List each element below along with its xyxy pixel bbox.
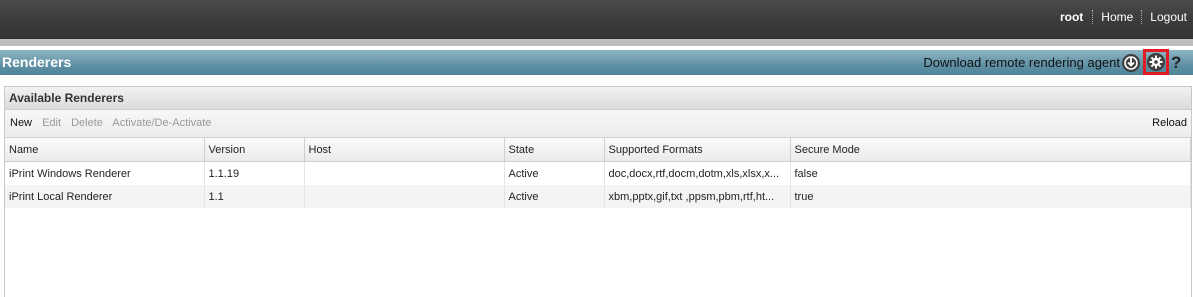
column-header-version[interactable]: Version	[204, 138, 305, 162]
header-actions: Download remote rendering agent ?	[923, 48, 1185, 75]
edit-button[interactable]: Edit	[42, 117, 61, 129]
renderers-table: Name Version Host State Supported Format…	[5, 138, 1191, 208]
column-header-host[interactable]: Host	[304, 138, 505, 162]
column-header-state[interactable]: State	[504, 138, 605, 162]
reload-button[interactable]: Reload	[1152, 110, 1187, 137]
logout-link[interactable]: Logout	[1142, 10, 1187, 24]
cell-formats: xbm,pptx,gif,txt ,ppsm,pbm,rtf,ht...	[604, 185, 791, 208]
home-link[interactable]: Home	[1093, 10, 1141, 24]
gear-icon	[1147, 52, 1165, 71]
settings-button[interactable]	[1143, 48, 1169, 75]
activate-deactivate-button[interactable]: Activate/De-Activate	[112, 117, 211, 129]
cell-state: Active	[504, 185, 605, 208]
download-agent-icon[interactable]	[1122, 53, 1140, 72]
new-button[interactable]: New	[10, 117, 32, 129]
cell-name: iPrint Windows Renderer	[5, 161, 205, 185]
available-renderers-panel: Available Renderers New Edit Delete Acti…	[4, 86, 1192, 297]
divider-strip	[0, 39, 1193, 46]
cell-version: 1.1.19	[204, 161, 305, 185]
cell-name: iPrint Local Renderer	[5, 185, 205, 208]
cell-state: Active	[504, 161, 605, 185]
help-icon[interactable]: ?	[1171, 53, 1185, 73]
column-header-name[interactable]: Name	[5, 138, 205, 162]
cell-host	[304, 185, 505, 208]
table-row[interactable]: iPrint Local Renderer 1.1 Active xbm,ppt…	[5, 185, 1191, 208]
panel-toolbar: New Edit Delete Activate/De-Activate Rel…	[5, 110, 1191, 138]
table-row[interactable]: iPrint Windows Renderer 1.1.19 Active do…	[5, 161, 1191, 185]
column-header-formats[interactable]: Supported Formats	[604, 138, 791, 162]
delete-button[interactable]: Delete	[71, 117, 103, 129]
cell-version: 1.1	[204, 185, 305, 208]
cell-secure-mode: false	[790, 161, 1191, 185]
table-header-row: Name Version Host State Supported Format…	[5, 138, 1191, 162]
cell-formats: doc,docx,rtf,docm,dotm,xls,xlsx,x...	[604, 161, 791, 185]
top-bar: root Home Logout	[0, 0, 1193, 39]
cell-host	[304, 161, 505, 185]
download-agent-link[interactable]: Download remote rendering agent	[923, 55, 1120, 70]
panel-title: Available Renderers	[5, 87, 1191, 110]
top-nav: root Home Logout	[1060, 10, 1187, 24]
page-title: Renderers	[2, 54, 72, 70]
page-header: Renderers Download remote rendering agen…	[0, 48, 1193, 75]
column-header-secure-mode[interactable]: Secure Mode	[790, 138, 1191, 162]
cell-secure-mode: true	[790, 185, 1191, 208]
user-name: root	[1059, 10, 1084, 24]
